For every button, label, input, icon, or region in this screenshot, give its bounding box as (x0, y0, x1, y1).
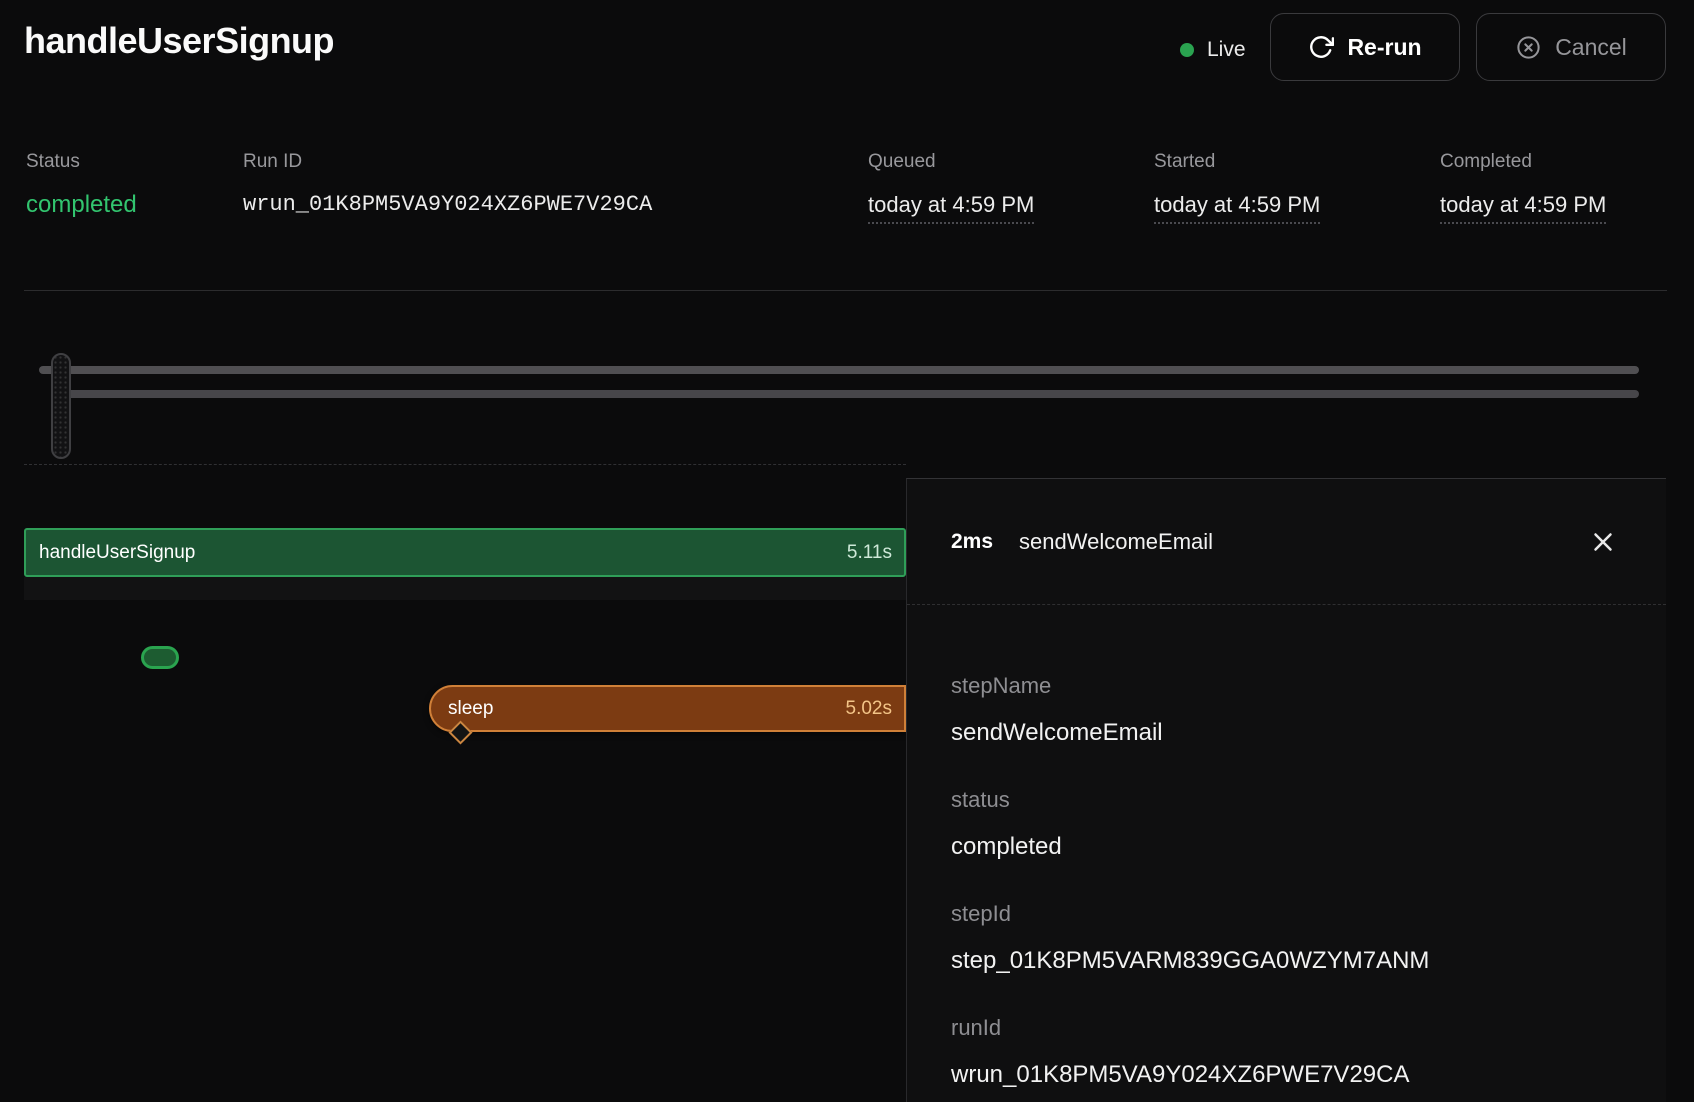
meta-queued: Queued today at 4:59 PM (868, 150, 1034, 224)
minimap-span-bar-sleep[interactable] (60, 390, 1639, 398)
field-value: completed (951, 833, 1429, 861)
span-bar-sendwelcomeemail[interactable] (141, 646, 179, 669)
completed-timestamp[interactable]: today at 4:59 PM (1440, 192, 1606, 224)
cancel-button[interactable]: Cancel (1476, 13, 1666, 81)
field-value: step_01K8PM5VARM839GGA0WZYM7ANM (951, 947, 1429, 975)
rerun-button-label: Re-run (1347, 34, 1421, 61)
started-timestamp[interactable]: today at 4:59 PM (1154, 192, 1320, 224)
meta-completed-label: Completed (1440, 150, 1606, 174)
field-label: status (951, 787, 1429, 813)
run-detail-page: handleUserSignup Live Re-run Cancel Stat… (0, 0, 1694, 1102)
field-label: stepId (951, 901, 1429, 927)
meta-queued-label: Queued (868, 150, 1034, 174)
trace-section-divider (24, 464, 906, 465)
meta-completed: Completed today at 4:59 PM (1440, 150, 1606, 224)
live-dot-icon (1180, 43, 1194, 57)
minimap-zoom-handle[interactable] (51, 353, 71, 459)
span-duration: 5.11s (847, 542, 892, 564)
span-row-highlight (24, 577, 906, 600)
span-name: sleep (448, 698, 493, 720)
cancel-button-label: Cancel (1555, 34, 1627, 61)
field-stepid: stepId step_01K8PM5VARM839GGA0WZYM7ANM (951, 901, 1429, 975)
field-label: stepName (951, 673, 1429, 699)
close-icon (1588, 527, 1618, 557)
meta-status: Status completed (26, 150, 137, 218)
step-detail-panel: 2ms sendWelcomeEmail stepName sendWelcom… (906, 478, 1666, 1102)
rerun-button[interactable]: Re-run (1270, 13, 1460, 81)
page-title: handleUserSignup (24, 20, 334, 62)
span-bar-sleep[interactable]: sleep 5.02s (429, 685, 906, 732)
status-badge: completed (26, 192, 137, 218)
step-duration-badge: 2ms (951, 530, 993, 554)
run-id-value: wrun_01K8PM5VA9Y024XZ6PWE7V29CA (243, 192, 652, 218)
field-status: status completed (951, 787, 1429, 861)
field-stepname: stepName sendWelcomeEmail (951, 673, 1429, 747)
meta-run-id: Run ID wrun_01K8PM5VA9Y024XZ6PWE7V29CA (243, 150, 652, 218)
meta-started-label: Started (1154, 150, 1320, 174)
step-detail-title: sendWelcomeEmail (1019, 529, 1213, 555)
span-name: handleUserSignup (39, 542, 195, 564)
span-duration: 5.02s (846, 698, 892, 720)
meta-started: Started today at 4:59 PM (1154, 150, 1320, 224)
field-label: runId (951, 1015, 1429, 1041)
close-panel-button[interactable] (1588, 527, 1618, 557)
queued-timestamp[interactable]: today at 4:59 PM (868, 192, 1034, 224)
meta-status-label: Status (26, 150, 137, 174)
span-bar-handleusersignup[interactable]: handleUserSignup 5.11s (24, 528, 906, 577)
live-indicator: Live (1180, 30, 1246, 70)
field-value: sendWelcomeEmail (951, 719, 1429, 747)
step-detail-fields: stepName sendWelcomeEmail status complet… (951, 673, 1429, 1102)
field-runid: runId wrun_01K8PM5VA9Y024XZ6PWE7V29CA (951, 1015, 1429, 1089)
minimap-span-bar-function[interactable] (39, 366, 1639, 374)
refresh-icon (1308, 34, 1334, 60)
step-detail-header: 2ms sendWelcomeEmail (907, 479, 1666, 605)
header-divider (24, 290, 1667, 291)
live-label: Live (1207, 38, 1246, 62)
field-value: wrun_01K8PM5VA9Y024XZ6PWE7V29CA (951, 1061, 1429, 1089)
meta-run-id-label: Run ID (243, 150, 652, 174)
cancel-circle-x-icon (1515, 34, 1542, 61)
